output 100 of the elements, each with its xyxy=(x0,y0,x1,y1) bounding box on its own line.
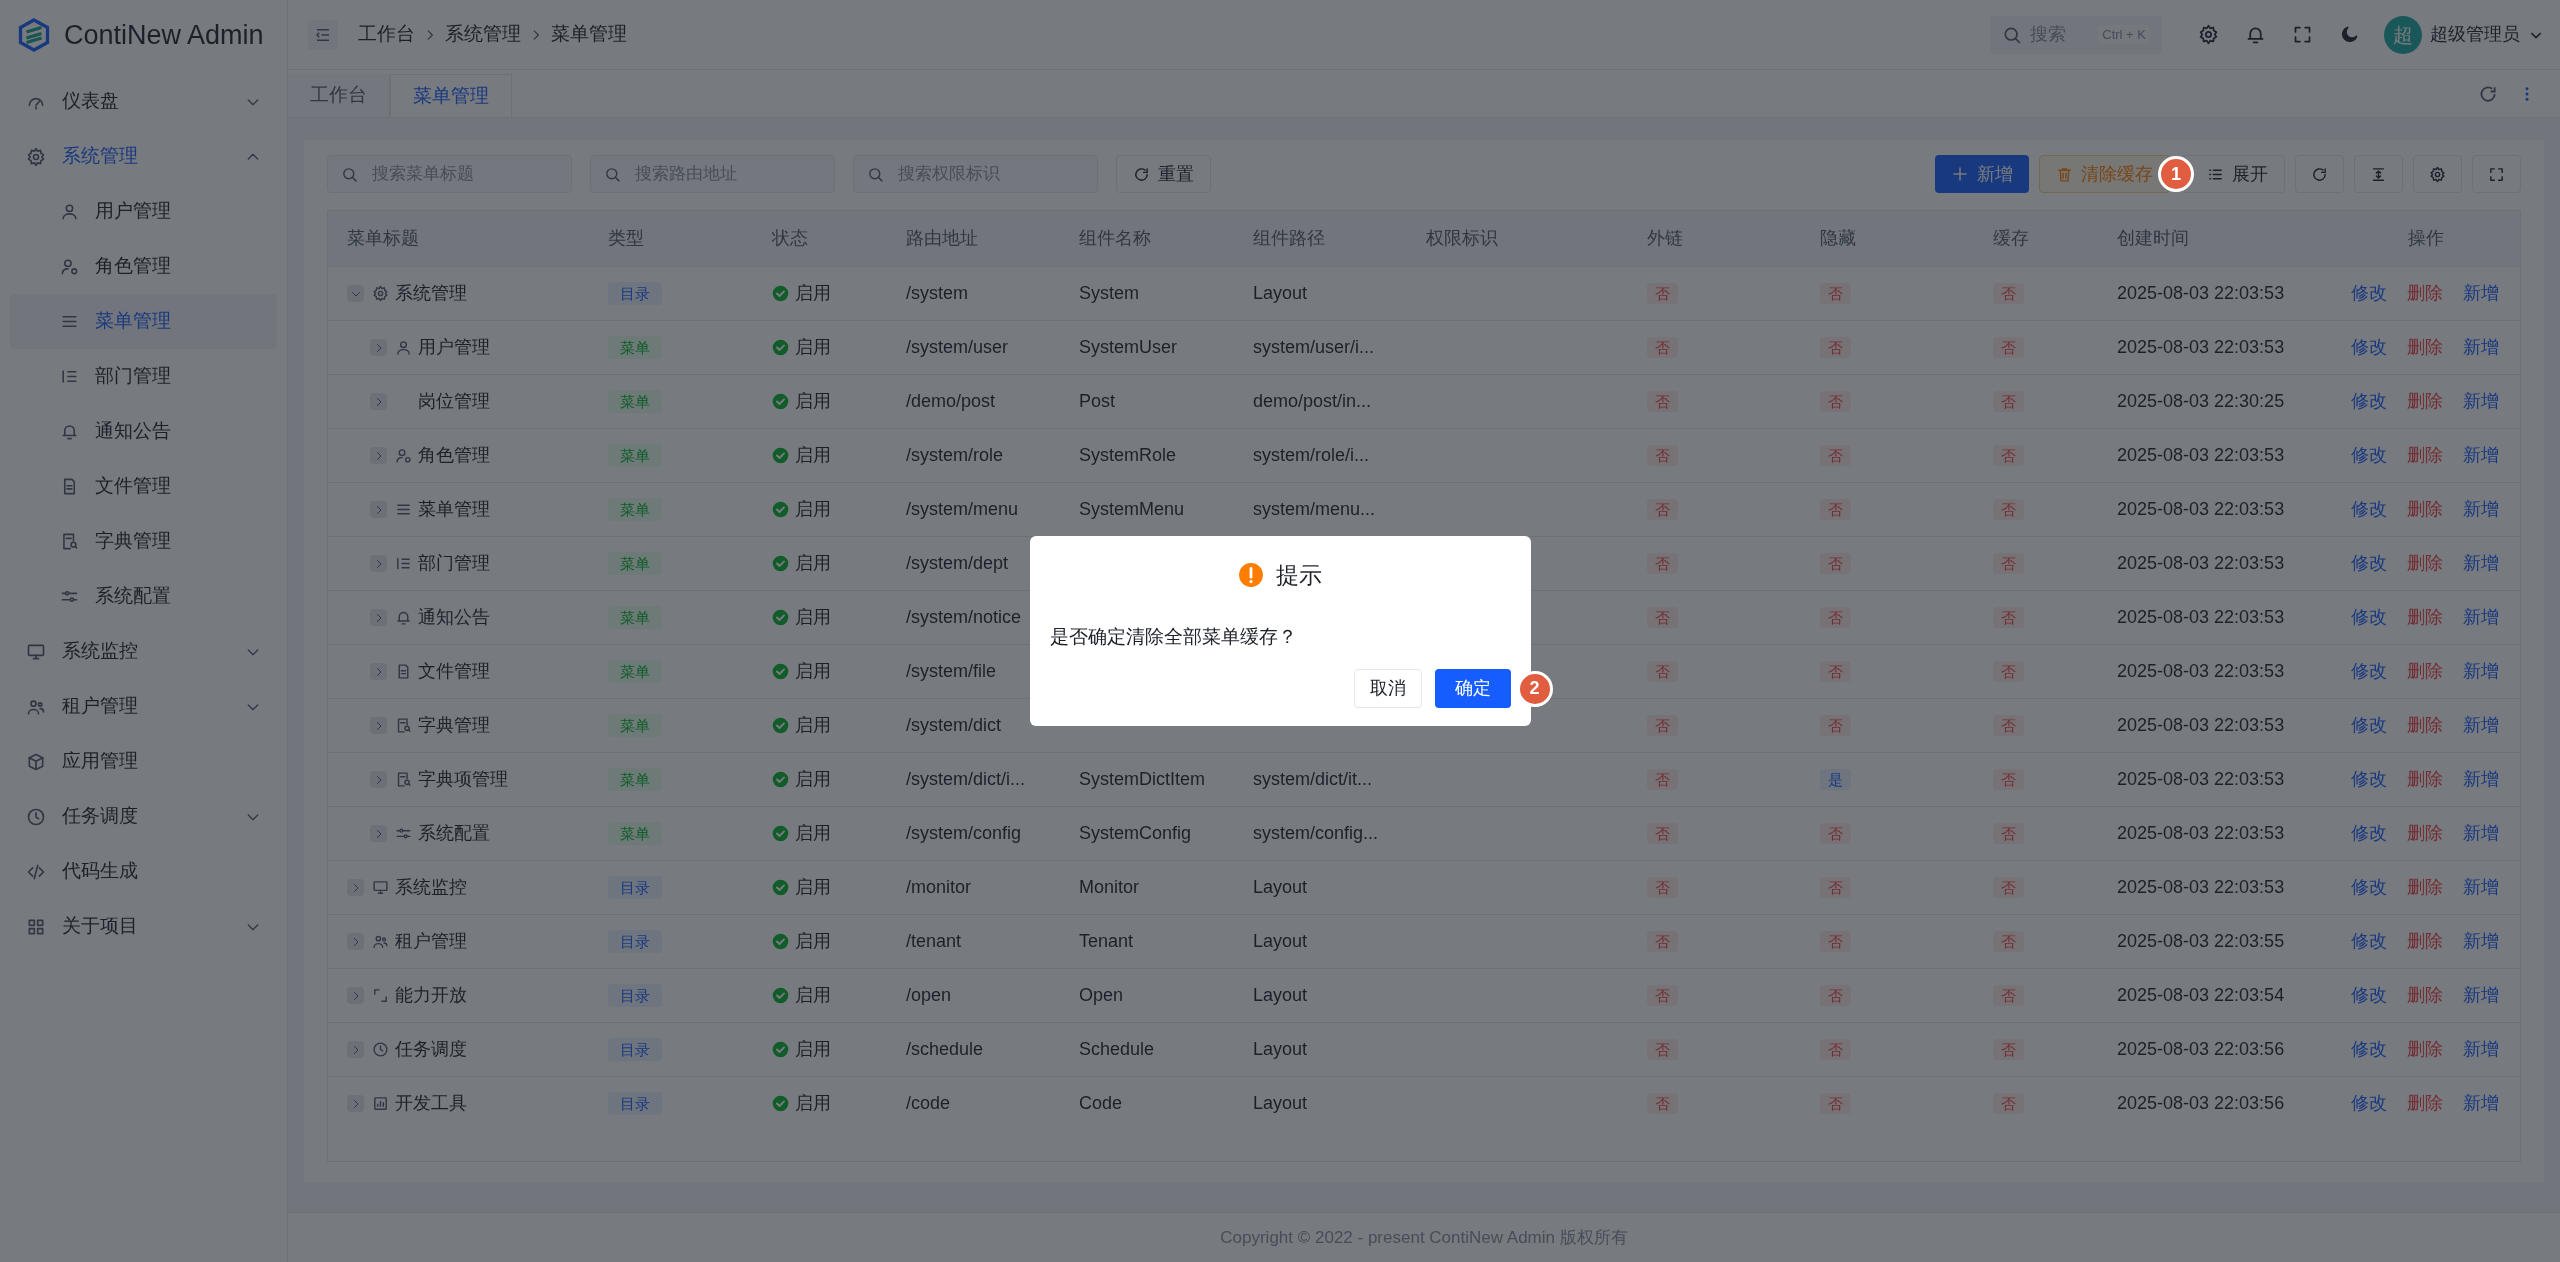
sidebar-item[interactable]: 文件管理 xyxy=(10,459,277,514)
action-link[interactable]: 删除 xyxy=(2407,766,2443,793)
breadcrumb-item[interactable]: 工作台 xyxy=(358,20,415,49)
cancel-button[interactable]: 取消 xyxy=(1353,669,1422,708)
action-link[interactable]: 修改 xyxy=(2351,388,2387,415)
sidebar-item[interactable]: 系统监控 xyxy=(0,624,287,679)
action-link[interactable]: 新增 xyxy=(2463,928,2499,955)
icon-button[interactable] xyxy=(2295,155,2344,193)
expand-toggle[interactable] xyxy=(347,879,364,896)
icon-button[interactable] xyxy=(2413,155,2462,193)
action-link[interactable]: 新增 xyxy=(2463,496,2499,523)
action-link[interactable]: 新增 xyxy=(2463,280,2499,307)
action-link[interactable]: 新增 xyxy=(2463,334,2499,361)
sidebar-item[interactable]: 应用管理 xyxy=(0,734,287,789)
clear-cache-button[interactable]: 清除缓存 xyxy=(2039,155,2170,193)
action-link[interactable]: 修改 xyxy=(2351,604,2387,631)
sidebar-item[interactable]: 部门管理 xyxy=(10,349,277,404)
expand-toggle[interactable] xyxy=(347,285,364,302)
action-link[interactable]: 新增 xyxy=(2463,388,2499,415)
expand-toggle[interactable] xyxy=(347,1041,364,1058)
expand-toggle[interactable] xyxy=(370,447,387,464)
action-link[interactable]: 修改 xyxy=(2351,334,2387,361)
expand-toggle[interactable] xyxy=(370,717,387,734)
action-link[interactable]: 删除 xyxy=(2407,982,2443,1009)
action-link[interactable]: 修改 xyxy=(2351,766,2387,793)
avatar[interactable]: 超 xyxy=(2384,15,2422,54)
expand-toggle[interactable] xyxy=(370,501,387,518)
sidebar-item[interactable]: 系统管理 xyxy=(0,129,287,184)
action-link[interactable]: 删除 xyxy=(2407,496,2443,523)
action-link[interactable]: 新增 xyxy=(2463,1036,2499,1063)
action-link[interactable]: 新增 xyxy=(2463,874,2499,901)
action-link[interactable]: 修改 xyxy=(2351,820,2387,847)
action-link[interactable]: 删除 xyxy=(2407,388,2443,415)
action-link[interactable]: 删除 xyxy=(2407,928,2443,955)
expand-toggle[interactable] xyxy=(370,555,387,572)
reload-icon[interactable] xyxy=(2478,83,2498,104)
sidebar-item[interactable]: 任务调度 xyxy=(0,789,287,844)
breadcrumb-item[interactable]: 菜单管理 xyxy=(551,20,627,49)
sidebar-toggle-button[interactable] xyxy=(308,19,338,50)
icon-button[interactable] xyxy=(2354,155,2403,193)
action-link[interactable]: 删除 xyxy=(2407,1036,2443,1063)
action-link[interactable]: 新增 xyxy=(2463,766,2499,793)
settings-icon[interactable] xyxy=(2198,24,2219,45)
action-link[interactable]: 修改 xyxy=(2351,1036,2387,1063)
action-link[interactable]: 删除 xyxy=(2407,334,2443,361)
action-link[interactable]: 新增 xyxy=(2463,1090,2499,1117)
sidebar-item[interactable]: 仪表盘 xyxy=(0,74,287,129)
sidebar-item[interactable]: 字典管理 xyxy=(10,514,277,569)
breadcrumb-item[interactable]: 系统管理 xyxy=(445,20,521,49)
sidebar-item[interactable]: 关于项目 xyxy=(0,899,287,954)
expand-toggle[interactable] xyxy=(370,825,387,842)
action-link[interactable]: 删除 xyxy=(2407,874,2443,901)
user-name[interactable]: 超级管理员 xyxy=(2430,21,2520,48)
sidebar-item[interactable]: 用户管理 xyxy=(10,184,277,239)
action-link[interactable]: 删除 xyxy=(2407,712,2443,739)
add-button[interactable]: 新增 xyxy=(1935,155,2029,193)
reset-button[interactable]: 重置 xyxy=(1116,155,1211,193)
fullscreen-icon[interactable] xyxy=(2292,24,2313,45)
action-link[interactable]: 修改 xyxy=(2351,982,2387,1009)
tab[interactable]: 菜单管理 xyxy=(390,74,512,117)
expand-toggle[interactable] xyxy=(370,393,387,410)
action-link[interactable]: 修改 xyxy=(2351,874,2387,901)
sidebar-item[interactable]: 角色管理 xyxy=(10,239,277,294)
action-link[interactable]: 删除 xyxy=(2407,604,2443,631)
sidebar-item[interactable]: 通知公告 xyxy=(10,404,277,459)
action-link[interactable]: 修改 xyxy=(2351,280,2387,307)
action-link[interactable]: 删除 xyxy=(2407,658,2443,685)
action-link[interactable]: 新增 xyxy=(2463,820,2499,847)
expand-toggle[interactable] xyxy=(370,663,387,680)
expand-toggle[interactable] xyxy=(347,1095,364,1112)
action-link[interactable]: 新增 xyxy=(2463,442,2499,469)
action-link[interactable]: 删除 xyxy=(2407,280,2443,307)
action-link[interactable]: 修改 xyxy=(2351,928,2387,955)
sidebar-item[interactable]: 系统配置 xyxy=(10,569,277,624)
action-link[interactable]: 新增 xyxy=(2463,658,2499,685)
action-link[interactable]: 修改 xyxy=(2351,712,2387,739)
expand-toggle[interactable] xyxy=(370,609,387,626)
action-link[interactable]: 修改 xyxy=(2351,442,2387,469)
expand-toggle[interactable] xyxy=(347,987,364,1004)
action-link[interactable]: 删除 xyxy=(2407,820,2443,847)
sidebar-item[interactable]: 代码生成 xyxy=(0,844,287,899)
action-link[interactable]: 新增 xyxy=(2463,712,2499,739)
sidebar-item[interactable]: 租户管理 xyxy=(0,679,287,734)
icon-button[interactable] xyxy=(2472,155,2521,193)
sidebar-item[interactable]: 菜单管理 xyxy=(10,294,277,349)
action-link[interactable]: 修改 xyxy=(2351,496,2387,523)
action-link[interactable]: 新增 xyxy=(2463,982,2499,1009)
action-link[interactable]: 修改 xyxy=(2351,550,2387,577)
action-link[interactable]: 修改 xyxy=(2351,1090,2387,1117)
action-link[interactable]: 修改 xyxy=(2351,658,2387,685)
confirm-button[interactable]: 确定 xyxy=(1434,669,1511,708)
action-link[interactable]: 删除 xyxy=(2407,550,2443,577)
expand-toggle[interactable] xyxy=(370,339,387,356)
action-link[interactable]: 删除 xyxy=(2407,1090,2443,1117)
expand-toggle[interactable] xyxy=(347,933,364,950)
action-link[interactable]: 删除 xyxy=(2407,442,2443,469)
action-link[interactable]: 新增 xyxy=(2463,550,2499,577)
action-link[interactable]: 新增 xyxy=(2463,604,2499,631)
expand-toggle[interactable] xyxy=(370,771,387,788)
moon-icon[interactable] xyxy=(2339,24,2360,45)
